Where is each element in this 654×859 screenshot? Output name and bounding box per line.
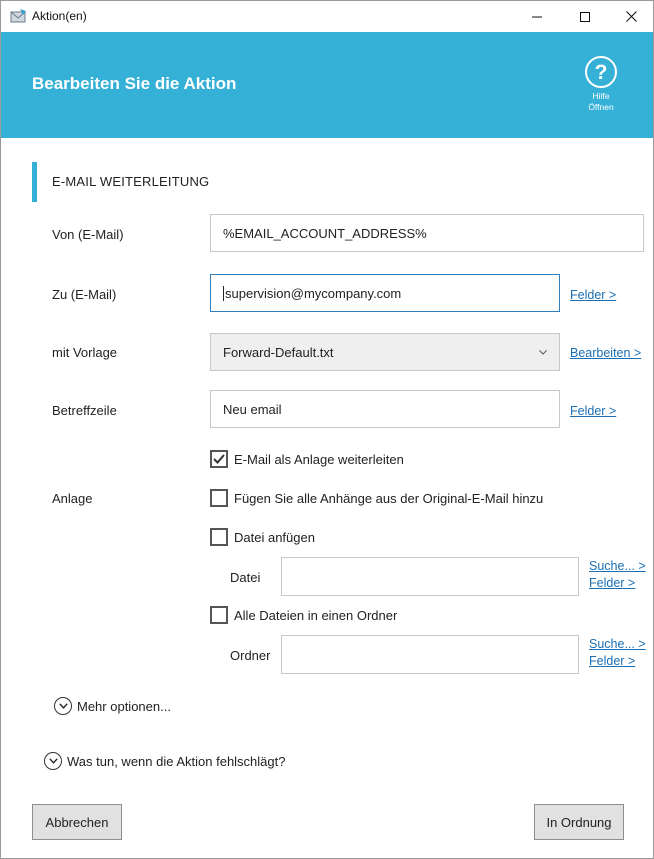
- app-envelope-icon: [10, 8, 27, 24]
- attachment-label: Anlage: [52, 491, 93, 506]
- title-bar: Aktion(en): [1, 1, 653, 32]
- file-fields-link[interactable]: Felder >: [589, 576, 635, 590]
- all-files-folder-label: Alle Dateien in einen Ordner: [234, 607, 398, 623]
- ok-button[interactable]: In Ordnung: [534, 804, 624, 840]
- folder-fields-link[interactable]: Felder >: [589, 654, 635, 668]
- template-edit-link[interactable]: Bearbeiten >: [570, 346, 641, 360]
- checkbox-unchecked: [210, 528, 228, 546]
- more-options-label: Mehr optionen...: [77, 698, 171, 714]
- add-all-attachments-checkbox[interactable]: Fügen Sie alle Anhänge aus der Original-…: [210, 489, 543, 507]
- close-icon: [625, 11, 637, 22]
- maximize-icon: [580, 11, 590, 22]
- subject-value: Neu email: [223, 401, 282, 417]
- header-banner: Bearbeiten Sie die Aktion ? Hilfe Öffnen: [1, 32, 653, 138]
- close-button[interactable]: [608, 1, 653, 32]
- chevron-down-icon: [539, 347, 547, 358]
- window-title: Aktion(en): [32, 9, 87, 23]
- folder-path-field[interactable]: [281, 635, 579, 674]
- chevron-down-circle-icon: [44, 752, 62, 770]
- from-email-value: %EMAIL_ACCOUNT_ADDRESS%: [223, 225, 427, 241]
- page-title: Bearbeiten Sie die Aktion: [32, 74, 237, 93]
- to-label: Zu (E-Mail): [52, 287, 117, 302]
- to-email-value: supervision@mycompany.com: [225, 285, 402, 301]
- to-fields-link[interactable]: Felder >: [570, 288, 616, 302]
- forward-as-attachment-label: E-Mail als Anlage weiterleiten: [234, 451, 404, 467]
- from-label: Von (E-Mail): [52, 227, 124, 242]
- more-options-expander[interactable]: Mehr optionen...: [54, 697, 171, 715]
- template-label: mit Vorlage: [52, 345, 118, 360]
- file-label: Datei: [230, 570, 261, 585]
- help-question-icon: ?: [585, 56, 617, 88]
- cancel-button[interactable]: Abbrechen: [32, 804, 122, 840]
- help-label-line2: Öffnen: [588, 102, 614, 112]
- add-all-attachments-label: Fügen Sie alle Anhänge aus der Original-…: [234, 490, 544, 506]
- subject-label: Betreffzeile: [52, 403, 117, 418]
- section-title: E-MAIL WEITERLEITUNG: [52, 174, 210, 189]
- subject-fields-link[interactable]: Felder >: [570, 404, 616, 418]
- help-label-line1: Hilfe: [592, 91, 610, 101]
- from-email-field[interactable]: %EMAIL_ACCOUNT_ADDRESS%: [210, 214, 644, 252]
- attach-file-checkbox[interactable]: Datei anfügen: [210, 528, 315, 546]
- folder-label: Ordner: [230, 648, 271, 663]
- checkbox-unchecked: [210, 606, 228, 624]
- on-failure-label: Was tun, wenn die Aktion fehlschlägt?: [67, 753, 286, 769]
- text-caret: [223, 285, 224, 301]
- attach-file-label: Datei anfügen: [234, 529, 315, 545]
- file-path-field[interactable]: [281, 557, 579, 596]
- to-email-field[interactable]: supervision@mycompany.com: [210, 274, 560, 312]
- forward-as-attachment-checkbox[interactable]: E-Mail als Anlage weiterleiten: [210, 450, 404, 468]
- dialog-window: Aktion(en) Bearbeiten Sie die Aktion ? H…: [0, 0, 654, 859]
- minimize-icon: [532, 16, 542, 17]
- help-label: Hilfe Öffnen: [588, 91, 613, 113]
- on-failure-expander[interactable]: Was tun, wenn die Aktion fehlschlägt?: [44, 752, 285, 770]
- help-button[interactable]: ? Hilfe Öffnen: [580, 56, 622, 116]
- all-files-folder-checkbox[interactable]: Alle Dateien in einen Ordner: [210, 606, 397, 624]
- minimize-button[interactable]: [514, 1, 560, 32]
- file-search-link[interactable]: Suche... >: [589, 559, 646, 573]
- section-accent-bar: [32, 162, 37, 202]
- template-selected-value: Forward-Default.txt: [223, 344, 334, 360]
- folder-search-link[interactable]: Suche... >: [589, 637, 646, 651]
- checkbox-checked: [210, 450, 228, 468]
- checkbox-unchecked: [210, 489, 228, 507]
- template-select[interactable]: Forward-Default.txt: [210, 333, 560, 371]
- checkmark-icon: [213, 454, 225, 464]
- subject-field[interactable]: Neu email: [210, 390, 560, 428]
- chevron-down-circle-icon: [54, 697, 72, 715]
- maximize-button[interactable]: [562, 1, 608, 32]
